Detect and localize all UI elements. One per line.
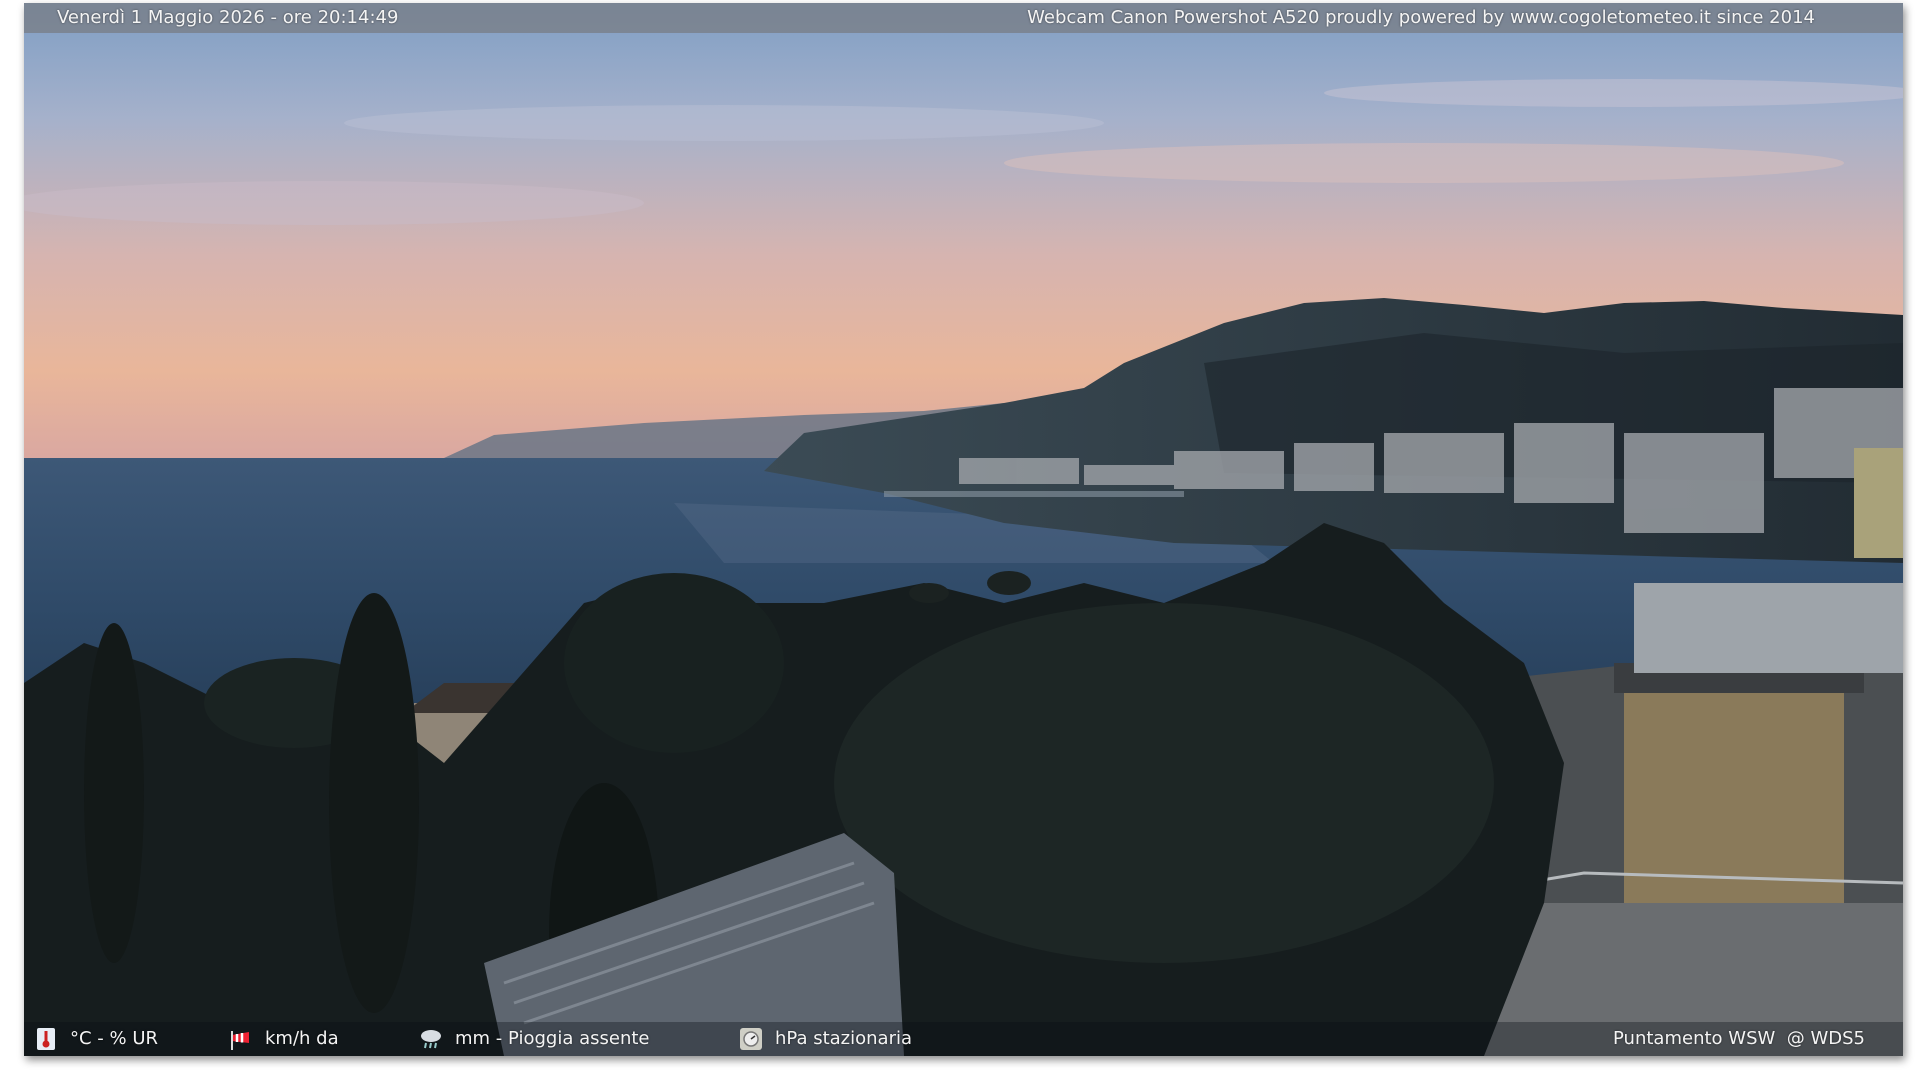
weather-bar: °C - % UR km/h da mm - Pioggia assente h… bbox=[24, 1022, 1903, 1056]
shoreline bbox=[884, 491, 1184, 497]
windsock-icon bbox=[231, 1031, 249, 1050]
pressure-readout: hPa stazionaria bbox=[739, 1022, 912, 1056]
temperature-text: °C - % UR bbox=[70, 1028, 159, 1049]
rain-cloud-icon bbox=[421, 1030, 441, 1049]
building-white bbox=[1634, 583, 1903, 673]
rain-text: mm - Pioggia assente bbox=[455, 1028, 650, 1049]
wind-readout: km/h da bbox=[229, 1022, 339, 1056]
barometer-icon bbox=[740, 1028, 762, 1050]
palm-tree bbox=[987, 571, 1031, 595]
pine-canopy bbox=[834, 603, 1494, 963]
cypress bbox=[84, 623, 144, 963]
webcam-image bbox=[24, 3, 1903, 1056]
header-bar: Venerdì 1 Maggio 2026 - ore 20:14:49 Web… bbox=[24, 3, 1903, 33]
pressure-text: hPa stazionaria bbox=[775, 1028, 913, 1049]
pine-canopy bbox=[564, 573, 784, 753]
cloud bbox=[344, 105, 1104, 141]
datetime-label: Venerdì 1 Maggio 2026 - ore 20:14:49 bbox=[57, 7, 399, 28]
cypress bbox=[329, 593, 419, 1013]
cloud bbox=[1004, 143, 1844, 183]
temperature-readout: °C - % UR bbox=[34, 1022, 158, 1056]
webcam-frame: Venerdì 1 Maggio 2026 - ore 20:14:49 Web… bbox=[24, 3, 1903, 1056]
cloud bbox=[24, 181, 644, 225]
wind-text: km/h da bbox=[265, 1028, 339, 1049]
cloud bbox=[1324, 79, 1903, 107]
rain-readout: mm - Pioggia assente bbox=[419, 1022, 649, 1056]
pointing-label: Puntamento WSW @ WDS5 bbox=[1613, 1028, 1865, 1049]
building-tall bbox=[1854, 448, 1903, 558]
thermometer-icon bbox=[37, 1028, 55, 1050]
palm-tree bbox=[909, 583, 949, 603]
credit-label: Webcam Canon Powershot A520 proudly powe… bbox=[1027, 7, 1815, 28]
